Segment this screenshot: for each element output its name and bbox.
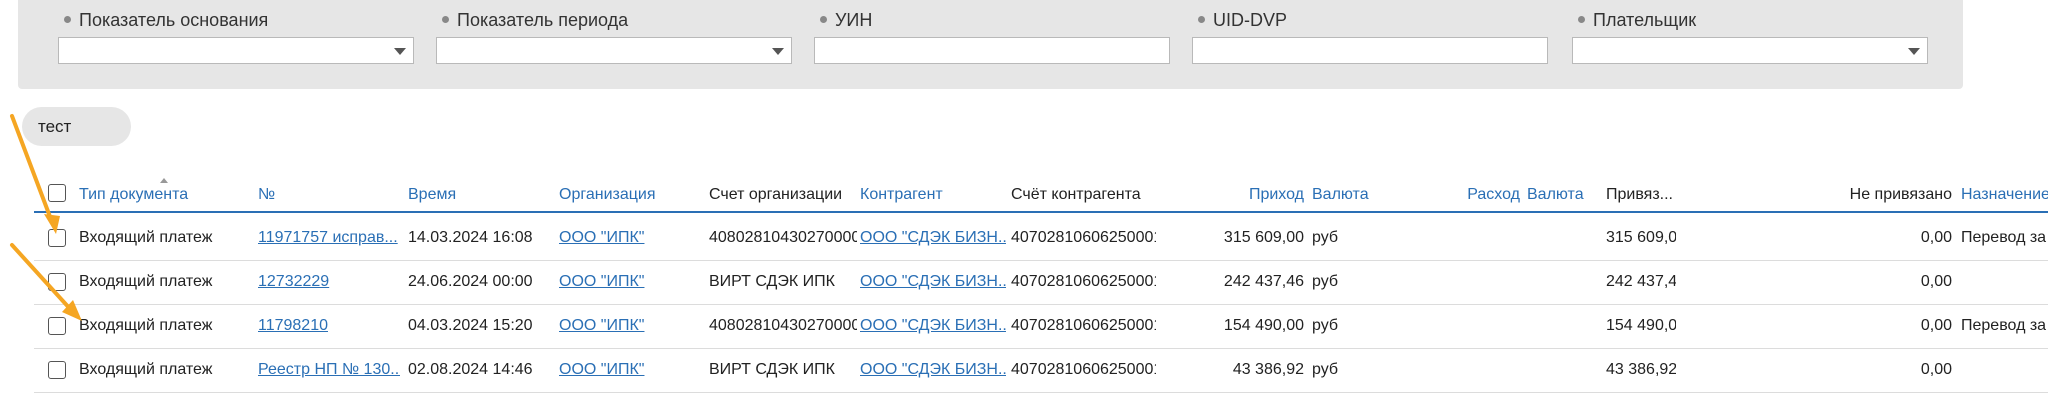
column-organization[interactable]: Организация bbox=[559, 186, 656, 204]
cell-organization-link[interactable]: ООО "ИПК" bbox=[559, 361, 704, 379]
cell-income: 242 437,46 bbox=[1223, 273, 1304, 290]
column-linked: Привяз... bbox=[1606, 186, 1673, 203]
select-all-checkbox[interactable] bbox=[48, 184, 66, 202]
uid-dvp-input[interactable] bbox=[1192, 37, 1548, 64]
cell-income: 43 386,92 bbox=[1232, 361, 1304, 378]
cell-doc-type: Входящий платеж bbox=[79, 273, 213, 290]
filter-chip[interactable]: тест bbox=[22, 107, 131, 146]
cell-organization-link[interactable]: ООО "ИПК" bbox=[559, 317, 704, 335]
filter-label: Показатель основания bbox=[64, 10, 268, 31]
column-income-currency[interactable]: Валюта bbox=[1312, 186, 1369, 204]
filter-label: Плательщик bbox=[1578, 10, 1696, 31]
filter-label: UID-DVP bbox=[1198, 10, 1287, 31]
cell-counterparty-link[interactable]: ООО "СДЭК БИЗН... bbox=[860, 273, 1006, 291]
cell-org-account: 40802810430270000 bbox=[709, 229, 857, 246]
cell-not-linked: 0,00 bbox=[1920, 229, 1952, 246]
base-indicator-select[interactable] bbox=[58, 37, 414, 64]
cell-cp-account: 40702810606250001 bbox=[1011, 229, 1156, 246]
column-not-linked: Не привязано bbox=[1849, 186, 1952, 203]
cell-counterparty-link[interactable]: ООО "СДЭК БИЗН... bbox=[860, 229, 1006, 247]
cell-org-account: ВИРТ СДЭК ИПК bbox=[709, 361, 835, 378]
column-counterparty[interactable]: Контрагент bbox=[860, 186, 943, 204]
cell-linked: 242 437,46 bbox=[1606, 273, 1676, 290]
filter-label: УИН bbox=[820, 10, 872, 31]
cell-number-link[interactable]: 11971757 исправ... bbox=[258, 229, 400, 247]
row-checkbox[interactable] bbox=[48, 317, 66, 335]
chevron-down-icon[interactable] bbox=[394, 48, 406, 55]
chevron-down-icon[interactable] bbox=[772, 48, 784, 55]
column-purpose[interactable]: Назначение bbox=[1961, 186, 2048, 204]
cell-linked: 315 609,00 bbox=[1606, 229, 1676, 246]
cell-time: 14.03.2024 16:08 bbox=[408, 229, 533, 246]
cell-purpose: Перевод за bbox=[1961, 229, 2047, 246]
cell-counterparty-link[interactable]: ООО "СДЭК БИЗН... bbox=[860, 361, 1006, 379]
bullet-icon bbox=[442, 15, 449, 23]
cell-not-linked: 0,00 bbox=[1920, 273, 1952, 290]
cell-org-account: ВИРТ СДЭК ИПК bbox=[709, 273, 835, 290]
column-expense-currency[interactable]: Валюта bbox=[1527, 186, 1584, 204]
cell-income-currency: руб bbox=[1312, 361, 1339, 378]
cell-income-currency: руб bbox=[1312, 273, 1339, 290]
bullet-icon bbox=[64, 15, 71, 23]
sort-asc-icon bbox=[160, 178, 168, 183]
period-indicator-select[interactable] bbox=[436, 37, 792, 64]
cell-number-link[interactable]: Реестр НП № 130... bbox=[258, 361, 400, 379]
payer-select[interactable] bbox=[1572, 37, 1928, 64]
column-income[interactable]: Приход bbox=[1160, 186, 1304, 204]
cell-purpose: Перевод за bbox=[1961, 317, 2047, 334]
row-divider bbox=[34, 304, 2048, 305]
bullet-icon bbox=[1198, 15, 1205, 23]
cell-doc-type: Входящий платеж bbox=[79, 361, 213, 378]
column-cp-account: Счёт контрагента bbox=[1011, 186, 1141, 203]
row-divider bbox=[34, 260, 2048, 261]
row-divider bbox=[34, 348, 2048, 349]
cell-cp-account: 40702810606250001 bbox=[1011, 361, 1156, 378]
chevron-down-icon[interactable] bbox=[1908, 48, 1920, 55]
bullet-icon bbox=[820, 15, 827, 23]
cell-income-currency: руб bbox=[1312, 317, 1339, 334]
cell-not-linked: 0,00 bbox=[1920, 317, 1952, 334]
cell-organization-link[interactable]: ООО "ИПК" bbox=[559, 229, 704, 247]
cell-number-link[interactable]: 12732229 bbox=[258, 273, 400, 291]
cell-linked: 154 490,00 bbox=[1606, 317, 1676, 334]
cell-income: 315 609,00 bbox=[1223, 229, 1304, 246]
row-divider bbox=[34, 392, 2048, 393]
cell-income-currency: руб bbox=[1312, 229, 1339, 246]
cell-org-account: 40802810430270000 bbox=[709, 317, 857, 334]
uin-input[interactable] bbox=[814, 37, 1170, 64]
cell-counterparty-link[interactable]: ООО "СДЭК БИЗН... bbox=[860, 317, 1006, 335]
cell-cp-account: 40702810606250001 bbox=[1011, 317, 1156, 334]
cell-doc-type: Входящий платеж bbox=[79, 317, 213, 334]
row-checkbox[interactable] bbox=[48, 361, 66, 379]
header-divider bbox=[34, 211, 2048, 213]
filter-label: Показатель периода bbox=[442, 10, 628, 31]
cell-cp-account: 40702810606250001 bbox=[1011, 273, 1156, 290]
column-time[interactable]: Время bbox=[408, 186, 456, 204]
cell-time: 02.08.2024 14:46 bbox=[408, 361, 533, 378]
column-expense[interactable]: Расход bbox=[1380, 186, 1520, 204]
row-checkbox[interactable] bbox=[48, 229, 66, 247]
column-org-account: Счет организации bbox=[709, 186, 843, 203]
column-number[interactable]: № bbox=[258, 186, 275, 204]
cell-income: 154 490,00 bbox=[1223, 317, 1304, 334]
cell-time: 24.06.2024 00:00 bbox=[408, 273, 533, 290]
cell-not-linked: 0,00 bbox=[1920, 361, 1952, 378]
cell-number-link[interactable]: 11798210 bbox=[258, 317, 400, 335]
row-checkbox[interactable] bbox=[48, 273, 66, 291]
column-doc-type[interactable]: Тип документа bbox=[79, 186, 188, 204]
cell-doc-type: Входящий платеж bbox=[79, 229, 213, 246]
cell-organization-link[interactable]: ООО "ИПК" bbox=[559, 273, 704, 291]
cell-time: 04.03.2024 15:20 bbox=[408, 317, 533, 334]
orange-arrow-icon bbox=[10, 243, 82, 321]
bullet-icon bbox=[1578, 15, 1585, 23]
cell-linked: 43 386,92 bbox=[1606, 361, 1676, 378]
